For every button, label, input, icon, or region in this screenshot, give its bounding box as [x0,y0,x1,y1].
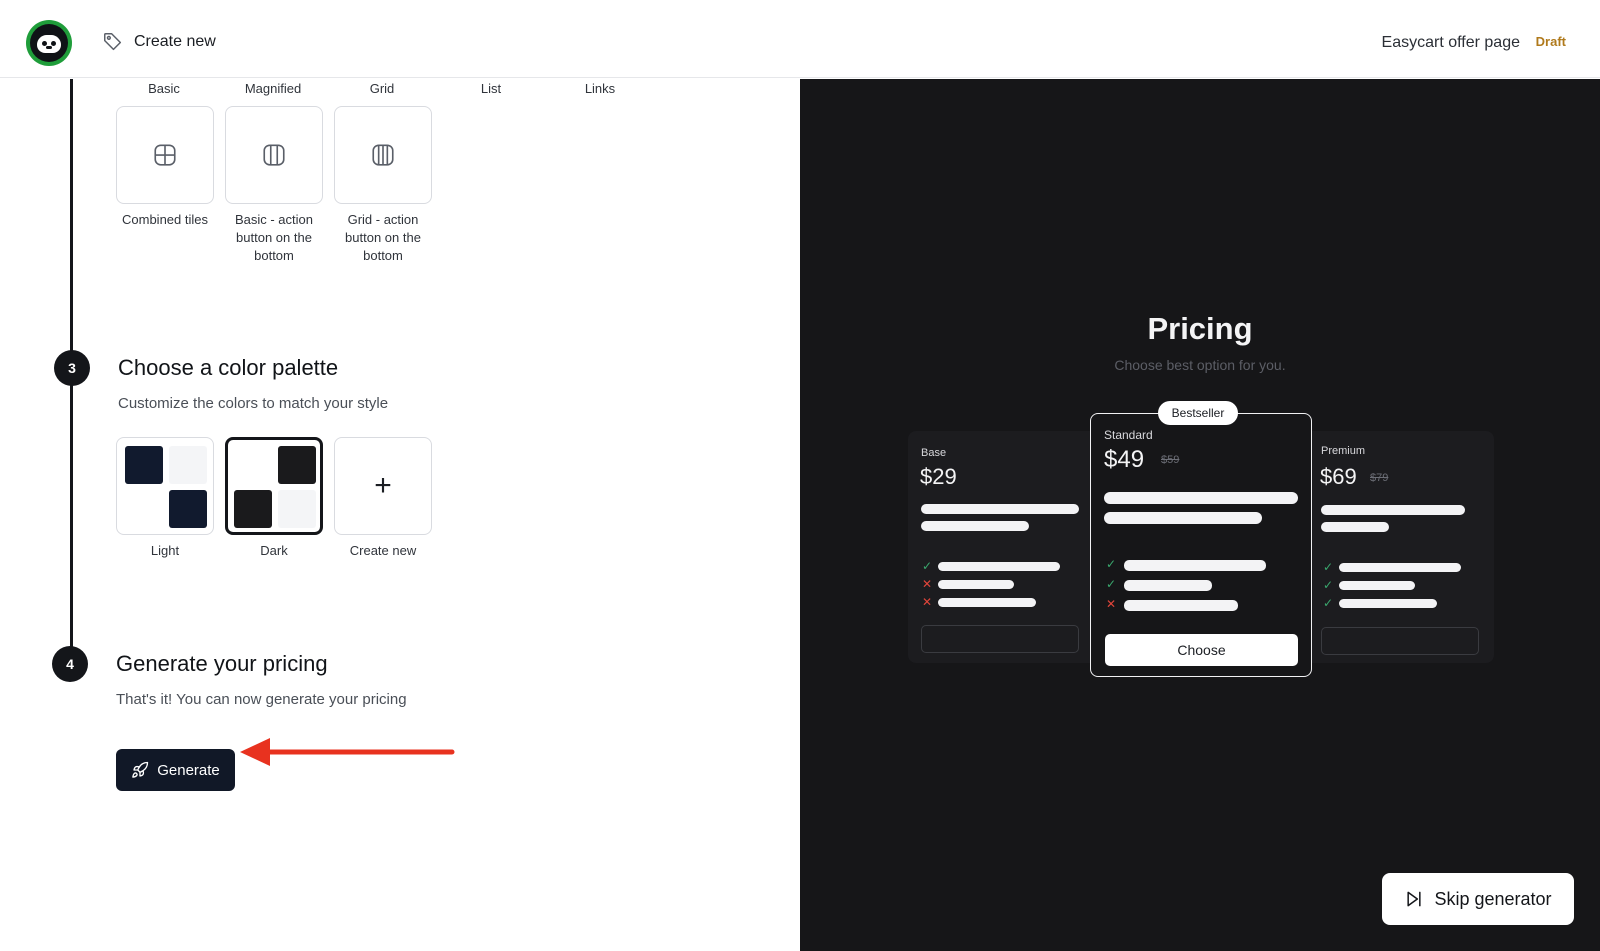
create-new-breadcrumb[interactable]: Create new [102,31,216,53]
plan-old-price: $79 [1370,472,1389,484]
preview-subtitle: Choose best option for you. [1114,357,1286,373]
pricing-preview: Pricing Choose best option for you. Base… [800,79,1600,951]
step-description: That's it! You can now generate your pri… [116,691,407,708]
check-icon: ✓ [922,559,933,573]
plan-price: $29 [920,464,957,489]
check-icon: ✓ [1323,578,1334,592]
layout-tile-basic-bottom[interactable] [225,106,323,204]
sloth-logo-icon [30,24,68,62]
page-name: Easycart offer page [1381,34,1520,51]
palette-light[interactable] [116,437,214,535]
layout-options-labels: Basic Magnified Grid List Links [116,81,676,101]
layout-option-list[interactable]: List [442,81,540,96]
step-number: 3 [54,350,90,386]
skip-generator-button[interactable]: Skip generator [1382,873,1574,925]
palette-dark[interactable] [225,437,323,535]
generate-label: Generate [157,761,220,779]
plan-price: $49 [1104,446,1145,473]
cross-icon: ✕ [922,595,933,609]
plan-name: Base [921,447,947,459]
step-title: Generate your pricing [116,651,328,676]
layout-option-basic[interactable]: Basic [115,81,213,96]
plan-name: Premium [1321,445,1366,457]
tag-icon [104,33,122,51]
plan-cta-button[interactable] [1321,627,1479,655]
plus-icon: + [374,469,392,502]
plan-name: Standard [1104,428,1153,442]
layout-tile-caption: Basic - action button on the bottom [234,212,314,263]
step-description: Customize the colors to match your style [118,395,389,412]
choose-plan-button[interactable]: Choose [1105,634,1298,666]
check-icon: ✓ [1323,596,1334,610]
skip-forward-icon [1407,891,1422,907]
bestseller-badge: Bestseller [1158,401,1238,425]
palette-label: Light [150,543,180,558]
generate-button[interactable]: Generate [116,749,235,791]
layout-option-links[interactable]: Links [551,81,649,96]
layout-option-magnified[interactable]: Magnified [224,81,322,96]
app-logo[interactable] [26,20,72,66]
palette-create-new[interactable]: + [334,437,432,535]
step-title: Choose a color palette [118,355,339,380]
palette-label: Create new [349,543,417,558]
create-new-label: Create new [134,33,216,50]
layout-tile-grid-bottom[interactable] [334,106,432,204]
rocket-icon [132,761,149,778]
basic-columns-icon [263,144,285,166]
check-icon: ✓ [1106,577,1117,591]
layout-tile-combined[interactable] [116,106,214,204]
skip-generator-label: Skip generator [1434,888,1552,909]
layout-option-grid[interactable]: Grid [333,81,431,96]
grid-columns-icon [372,144,394,166]
plan-card-standard: Standard $49 $59 ✓ ✓ ✕ Choose [1090,413,1312,677]
cross-icon: ✕ [922,577,933,591]
layout-tile-caption: Grid - action button on the bottom [345,212,421,263]
generator-panel: Basic Magnified Grid List Links Combined… [0,79,800,951]
cross-icon: ✕ [1106,597,1117,611]
plan-old-price: $59 [1161,454,1180,466]
plan-cta-button[interactable] [921,625,1079,653]
pointer-arrow-icon [240,738,455,766]
check-icon: ✓ [1106,557,1117,571]
status-badge: Draft [1535,34,1566,49]
top-bar: Create new Easycart offer page Draft [0,0,1600,78]
preview-title: Pricing [1147,311,1253,346]
step-number: 4 [52,646,88,682]
plan-price: $69 [1320,464,1357,489]
palette-label: Dark [260,543,288,558]
layout-tile-caption: Combined tiles [122,212,208,227]
combined-tiles-icon [154,144,176,166]
check-icon: ✓ [1323,560,1334,574]
